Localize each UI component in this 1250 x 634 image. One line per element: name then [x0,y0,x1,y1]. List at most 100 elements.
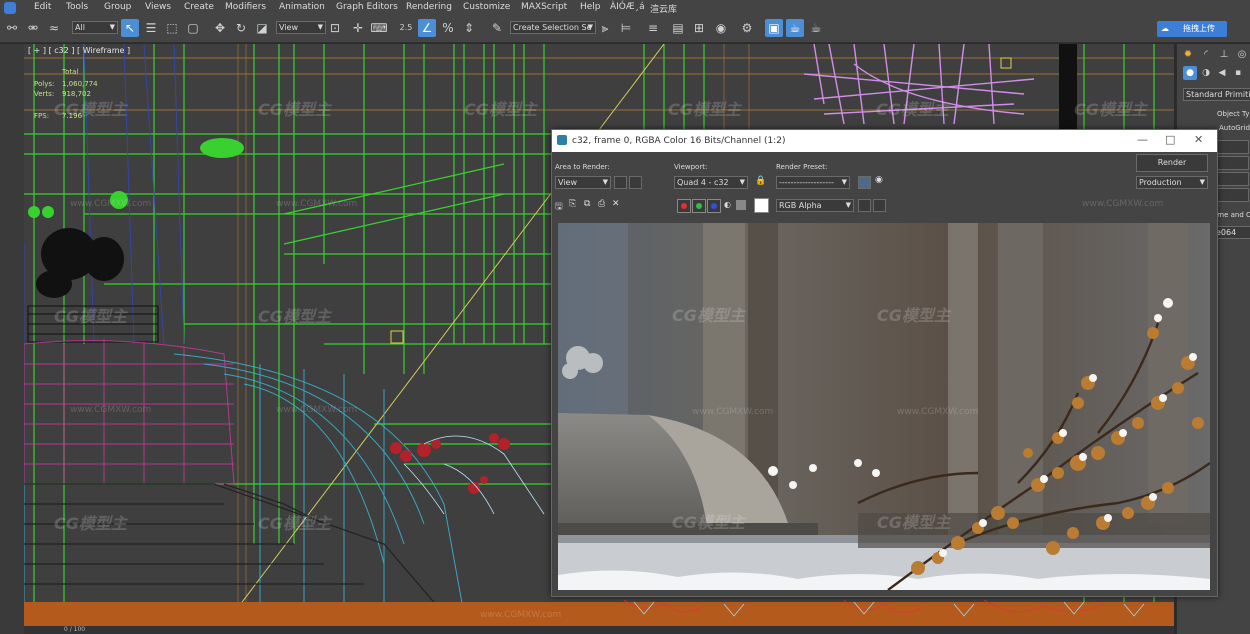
menu-customize[interactable]: Customize [463,2,510,12]
menu-modifiers[interactable]: Modifiers [225,2,266,12]
auto-region-icon[interactable] [629,176,642,189]
unlink-icon[interactable]: ⚮ [24,19,42,37]
menu-views[interactable]: Views [145,2,171,12]
rotate-icon[interactable]: ↻ [232,19,250,37]
watermark-url: www.CGMXW.com [276,199,358,209]
hierarchy-tab-icon[interactable]: ⊥ [1215,46,1233,64]
mirror-icon[interactable]: ⫸ [596,19,614,37]
menu-help[interactable]: Help [580,2,601,12]
geometry-icon[interactable]: ● [1183,66,1197,80]
edit-region-icon[interactable] [614,176,627,189]
time-slider[interactable]: 0 / 100 [24,626,1174,634]
watermark-logo: CG模型主 [258,514,331,533]
material-editor-icon[interactable]: ◉ [712,19,730,37]
create-tab-icon[interactable]: ✹ [1179,46,1197,64]
selection-filter-dropdown[interactable]: All ▼ [72,21,118,34]
production-dropdown[interactable]: Production ▼ [1136,176,1208,189]
rendered-frame-window-icon[interactable]: ▣ [765,19,783,37]
toggle-ui-icon[interactable] [873,199,886,212]
lights-icon[interactable]: ◀ [1215,66,1229,80]
percent-snap-icon[interactable]: % [439,19,457,37]
render-preset-dropdown[interactable]: ------------------- ▼ [776,176,850,189]
shapes-icon[interactable]: ◑ [1199,66,1213,80]
menu-tools[interactable]: Tools [66,2,88,12]
render-setup-icon[interactable] [858,176,871,189]
area-to-render-dropdown[interactable]: View ▼ [555,176,611,189]
render-production-icon[interactable]: ☕ [786,19,804,37]
minimize-icon[interactable]: — [1137,133,1148,146]
monochrome-toggle[interactable] [736,200,746,210]
clone-window-icon[interactable]: ⧉ [584,199,590,209]
pivot-icon[interactable]: ⊡ [326,19,344,37]
autogrid-checkbox[interactable]: AutoGrid [1219,124,1250,132]
channel-display-dropdown[interactable]: RGB Alpha ▼ [776,199,854,212]
menu-rendering[interactable]: Rendering [406,2,452,12]
spinner-snap-icon[interactable]: ⇕ [460,19,478,37]
select-manipulate-icon[interactable]: ✛ [349,19,367,37]
stats-polys-value: 1,060,774 [62,80,98,88]
maximize-icon[interactable]: □ [1165,133,1175,146]
object-button[interactable] [1213,188,1249,202]
menu-animation[interactable]: Animation [279,2,325,12]
render-setup-icon[interactable]: ⚙ [738,19,756,37]
object-type-label: Object Typ [1217,110,1250,118]
app-logo-icon[interactable] [4,2,16,14]
watermark-logo: CG模型主 [877,513,950,532]
viewport-dropdown[interactable]: Quad 4 - c32 ▼ [674,176,748,189]
cameras-icon[interactable]: ▪ [1231,66,1245,80]
modify-tab-icon[interactable]: ◜ [1197,46,1215,64]
copy-image-icon[interactable]: ⎘ [569,199,576,209]
object-button[interactable] [1213,172,1249,186]
keyboard-shortcut-icon[interactable]: ⌨ [370,19,388,37]
edit-named-sets-icon[interactable]: ✎ [488,19,506,37]
rect-selection-icon[interactable]: ⬚ [163,19,181,37]
named-selection-input[interactable]: Create Selection Se ▼ [510,21,596,34]
red-channel-toggle[interactable] [677,199,691,213]
move-icon[interactable]: ✥ [211,19,229,37]
menu-render-cloud[interactable]: 渲云库 [650,2,677,15]
align-icon[interactable]: ⊨ [617,19,635,37]
menu-create[interactable]: Create [184,2,214,12]
select-object-icon[interactable]: ↖ [121,19,139,37]
swatch-color[interactable] [754,198,769,213]
menu-plugin[interactable]: ÀIÓÆ¸á [610,2,645,12]
object-button[interactable] [1213,140,1249,154]
render-button[interactable]: Render [1136,154,1208,172]
window-crossing-icon[interactable]: ▢ [184,19,202,37]
layer-icon[interactable]: ≡ [644,19,662,37]
link-icon[interactable]: ⚯ [3,19,21,37]
cloud-upload-button[interactable]: ☁ 拖拽上传 [1157,21,1227,37]
select-by-name-icon[interactable]: ☰ [142,19,160,37]
environment-icon[interactable]: ◉ [875,175,883,185]
render-window-titlebar[interactable]: c32, frame 0, RGBA Color 16 Bits/Channel… [552,130,1217,152]
reference-coord-dropdown[interactable]: View ▼ [276,21,326,34]
primitives-dropdown[interactable]: Standard Primitives [1183,88,1250,101]
angle-snap-icon[interactable]: ∠ [418,19,436,37]
viewport-label[interactable]: [ + ] [ c32 ] [ Wireframe ] [28,46,130,55]
menu-graph-editors[interactable]: Graph Editors [336,2,398,12]
save-image-icon[interactable]: 🖫 [555,199,563,215]
alpha-channel-icon[interactable]: ◐ [724,200,731,209]
curve-editor-icon[interactable]: ▤ [669,19,687,37]
bind-spacewarp-icon[interactable]: ≈ [45,19,63,37]
menu-edit[interactable]: Edit [34,2,51,12]
motion-tab-icon[interactable]: ◎ [1233,46,1250,64]
render-iterative-icon[interactable]: ☕ [807,19,825,37]
schematic-view-icon[interactable]: ⊞ [690,19,708,37]
lock-icon[interactable]: 🔒 [755,176,766,186]
name-input[interactable]: e064 [1213,226,1250,239]
rendered-frame-window[interactable]: c32, frame 0, RGBA Color 16 Bits/Channel… [551,129,1218,597]
menu-maxscript[interactable]: MAXScript [521,2,567,12]
green-channel-toggle[interactable] [692,199,706,213]
display-alpha-icon[interactable] [858,199,871,212]
menu-group[interactable]: Group [104,2,131,12]
object-button[interactable] [1213,156,1249,170]
blue-channel-toggle[interactable] [707,199,721,213]
render-scene [558,223,1210,590]
print-icon[interactable]: ⎙ [598,199,605,209]
snap-toggle-icon[interactable]: 2.5 [397,19,415,37]
watermark-logo: CG模型主 [668,100,741,119]
clear-icon[interactable]: ✕ [612,199,620,209]
scale-icon[interactable]: ◪ [253,19,271,37]
close-icon[interactable]: ✕ [1194,133,1203,146]
